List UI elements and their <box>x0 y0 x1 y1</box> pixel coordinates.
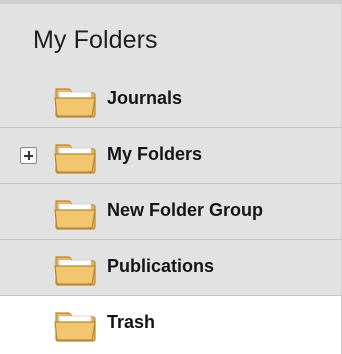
folder-row-trash[interactable]: Trash <box>0 296 341 354</box>
folder-icon <box>54 88 96 118</box>
folder-label: Publications <box>107 256 215 276</box>
folder-row-my-folders[interactable]: My Folders <box>0 128 341 184</box>
panel-title: My Folders <box>33 26 158 54</box>
expand-plus-icon[interactable] <box>20 147 37 164</box>
folder-label: Journals <box>107 88 183 108</box>
folder-row-new-folder-group[interactable]: New Folder Group <box>0 184 341 240</box>
folder-row-publications[interactable]: Publications <box>0 240 341 296</box>
folder-icon <box>54 200 96 230</box>
folder-label: My Folders <box>107 144 203 164</box>
folder-label: Trash <box>107 312 156 332</box>
folders-panel: My Folders Journals My Folders New Folde… <box>0 0 342 354</box>
folder-icon <box>54 144 96 174</box>
folder-row-journals[interactable]: Journals <box>0 72 341 128</box>
folder-icon <box>54 312 96 342</box>
folder-label: New Folder Group <box>107 200 264 220</box>
folder-icon <box>54 256 96 286</box>
